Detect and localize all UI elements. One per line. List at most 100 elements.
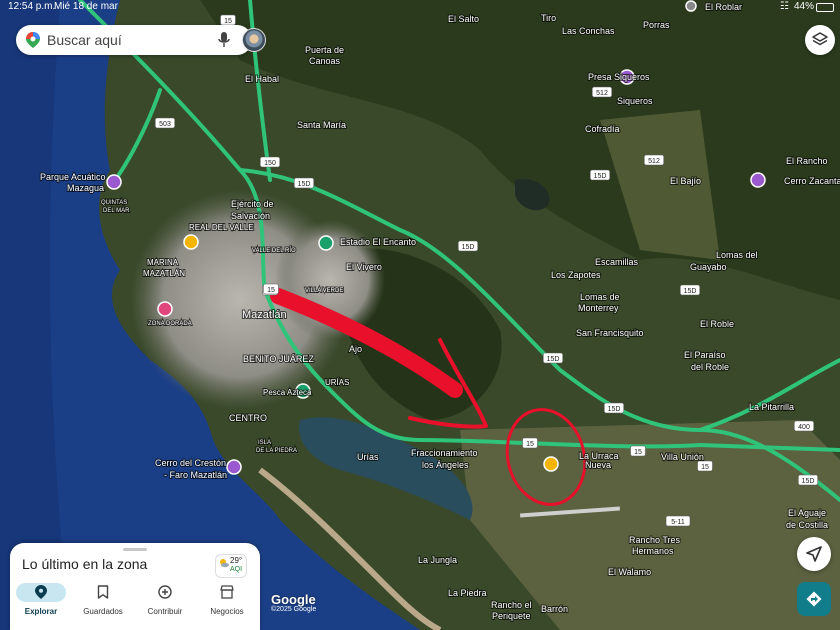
place-label[interactable]: Nueva — [584, 459, 612, 471]
place-label[interactable]: - Faro Mazatlán — [163, 469, 228, 481]
sheet-drag-handle[interactable] — [123, 548, 147, 551]
place-label[interactable]: Los Zapotes — [550, 269, 602, 281]
place-label[interactable]: Rancho el — [490, 599, 533, 611]
weather-temp: 29° — [230, 556, 243, 565]
place-label[interactable]: VILLA VERDE — [304, 287, 344, 295]
place-label[interactable]: Tiro — [540, 12, 557, 24]
place-label[interactable]: La Piedra — [447, 587, 488, 599]
place-label[interactable]: Guayabo — [689, 261, 728, 273]
place-label[interactable]: ZONA DORADA — [147, 320, 193, 328]
place-label[interactable]: Siqueros — [616, 95, 654, 107]
place-label[interactable]: MARINA — [146, 257, 180, 268]
place-label[interactable]: VALLE DEL RÍO — [251, 246, 297, 255]
poi-estadio-marker[interactable] — [318, 235, 334, 251]
place-label[interactable]: Presa Siqueros — [587, 71, 651, 83]
place-label[interactable]: El Roble — [699, 318, 735, 330]
poi-star-urraca-marker[interactable] — [543, 456, 559, 472]
layers-button[interactable] — [805, 25, 835, 55]
place-label[interactable]: Mazagua — [66, 182, 105, 194]
place-label[interactable]: Escamillas — [594, 256, 640, 268]
place-label[interactable]: Cerro Zacanta — [783, 175, 840, 187]
highway-shield: 15D — [542, 352, 564, 364]
my-location-button[interactable] — [797, 537, 831, 571]
poi-zona-dorada-marker[interactable] — [157, 301, 173, 317]
place-label[interactable]: Las Conchas — [561, 25, 616, 37]
search-bar[interactable]: Buscar aquí — [16, 25, 266, 55]
place-label[interactable]: Parque Acuático — [39, 171, 107, 183]
place-label[interactable]: de Costilla — [785, 519, 829, 531]
place-label[interactable]: Porras — [642, 19, 671, 31]
place-label[interactable]: Hermanos — [631, 545, 675, 557]
place-label[interactable]: Urías — [356, 451, 380, 463]
place-label[interactable]: Lomas del — [715, 249, 759, 261]
pin-icon — [35, 585, 47, 599]
weather-chip[interactable]: 29° AQI — [215, 554, 247, 578]
place-label[interactable]: Lomas de — [579, 291, 621, 303]
place-label[interactable]: Fraccionamiento — [410, 447, 479, 459]
place-label[interactable]: Canoas — [308, 55, 342, 67]
highway-shield: 15 — [263, 283, 279, 295]
place-label[interactable]: Estadio El Encanto — [339, 236, 417, 248]
sheet-title: Lo último en la zona — [22, 556, 148, 572]
place-label[interactable]: El Vivero — [345, 261, 383, 273]
satellite-map[interactable]: 15 15D 15 150 503 15 512 15D 15D 512 15D 15 15 15D 400… — [0, 0, 840, 630]
place-label[interactable]: El Walamo — [607, 566, 652, 578]
place-label[interactable]: Periquete — [491, 610, 532, 622]
tab-contribuir[interactable]: Contribuir — [134, 583, 196, 623]
place-label[interactable]: ISLA — [257, 439, 272, 447]
poi-cerro-zacanta-marker[interactable] — [750, 172, 766, 188]
place-label[interactable]: los Ángeles — [421, 459, 470, 471]
place-label[interactable]: Pesca Azteca — [262, 387, 313, 398]
place-label[interactable]: CENTRO — [228, 412, 268, 424]
place-label[interactable]: DEL MAR — [102, 207, 131, 215]
tab-explorar[interactable]: Explorar — [10, 583, 72, 623]
highway-shield-label: 15 — [701, 464, 709, 471]
poi-cerro-creston-marker[interactable] — [226, 459, 242, 475]
place-label[interactable]: El Habal — [244, 73, 280, 85]
place-label[interactable]: San Francisquito — [575, 327, 645, 339]
place-label[interactable]: Cofradía — [584, 123, 621, 135]
account-avatar[interactable] — [242, 28, 266, 52]
place-label[interactable]: El Rancho — [785, 155, 829, 167]
tab-label: Contribuir — [147, 607, 183, 616]
place-label[interactable]: Rancho Tres — [628, 534, 682, 546]
highway-shield: 15D — [603, 402, 625, 414]
bottom-sheet[interactable]: Lo último en la zona 29° AQI Explorar Gu… — [10, 543, 260, 630]
place-label[interactable]: URÍAS — [324, 377, 350, 388]
place-label[interactable]: La Jungla — [417, 554, 458, 566]
place-label[interactable]: El Aguaje — [787, 507, 827, 519]
highway-shield-label: 400 — [798, 424, 810, 431]
bookmark-icon — [97, 585, 109, 599]
highway-shield: 15D — [589, 169, 611, 181]
maps-logo-icon — [26, 32, 40, 53]
place-label[interactable]: La Pitarrilla — [748, 401, 795, 413]
place-label[interactable]: Cerro del Crestón — [154, 457, 227, 469]
place-label[interactable]: Villa Unión — [660, 451, 705, 463]
place-label[interactable]: Santa María — [296, 119, 347, 131]
highway-shield: 400 — [793, 420, 815, 432]
place-label[interactable]: Monterrey — [577, 302, 620, 314]
place-label[interactable]: Puerta de — [304, 44, 345, 56]
place-label[interactable]: Ajo — [348, 343, 363, 355]
weather-aqi: AQI — [230, 566, 243, 573]
tab-guardados[interactable]: Guardados — [72, 583, 134, 623]
tab-negocios[interactable]: Negocios — [196, 583, 258, 623]
place-label[interactable]: Barrón — [540, 603, 569, 615]
place-label[interactable]: BENITO JUÁREZ — [242, 353, 315, 365]
poi-star-mazatlan-marker[interactable] — [183, 234, 199, 250]
place-label[interactable]: DE LA PIEDRA — [255, 447, 298, 455]
place-label[interactable]: El Salto — [447, 13, 480, 25]
directions-button[interactable] — [797, 582, 831, 616]
place-label[interactable]: El Bajío — [669, 175, 702, 187]
place-label[interactable]: QUINTAS — [100, 199, 128, 207]
place-label[interactable]: REAL DEL VALLE — [188, 222, 255, 233]
place-label[interactable]: Mazatlán — [241, 308, 288, 322]
place-label[interactable]: El Paraíso — [683, 349, 727, 361]
poi-parque-acuatico-marker[interactable] — [106, 174, 122, 190]
place-label[interactable]: del Roble — [690, 361, 730, 373]
microphone-icon[interactable] — [218, 32, 230, 53]
place-label[interactable]: Salvación — [230, 210, 271, 222]
place-label[interactable]: Ejército de — [230, 198, 275, 210]
search-input[interactable]: Buscar aquí — [47, 32, 122, 48]
place-label[interactable]: MAZATLÁN — [142, 268, 186, 279]
